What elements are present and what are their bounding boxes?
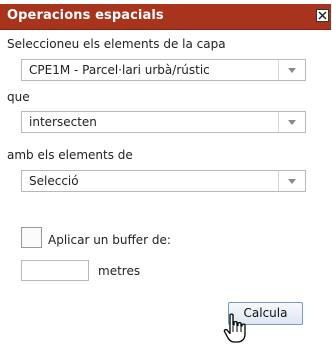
chevron-down-icon [288,179,296,184]
chevron-down-icon [288,120,296,125]
chevron-down-icon [288,68,296,73]
target-select-value: Selecció [29,174,79,188]
target-select[interactable]: Selecció [21,170,306,192]
panel-titlebar: Operacions espacials [0,4,331,29]
layer-select[interactable]: CPE1M - Parcel·lari urbà/rústic [21,59,306,81]
relation-select[interactable]: intersecten [21,111,306,133]
close-icon[interactable] [316,9,329,22]
spatial-operations-panel: Operacions espacials Seleccioneu els ele… [0,0,331,351]
relation-label: que [7,90,30,104]
relation-select-value: intersecten [29,115,97,129]
hand-pointer-icon [223,313,247,348]
buffer-checkbox[interactable] [21,227,42,248]
layer-select-value: CPE1M - Parcel·lari urbà/rústic [29,63,210,77]
buffer-unit-label: metres [98,264,141,278]
target-label: amb els elements de [7,148,133,162]
select-layer-label: Seleccioneu els elements de la capa [7,37,226,51]
layer-select-dropdown-button[interactable] [278,60,305,80]
target-select-dropdown-button[interactable] [278,171,305,191]
buffer-distance-input[interactable] [21,260,89,281]
relation-select-dropdown-button[interactable] [278,112,305,132]
panel-title: Operacions espacials [7,8,164,23]
buffer-checkbox-label: Aplicar un buffer de: [48,233,171,247]
